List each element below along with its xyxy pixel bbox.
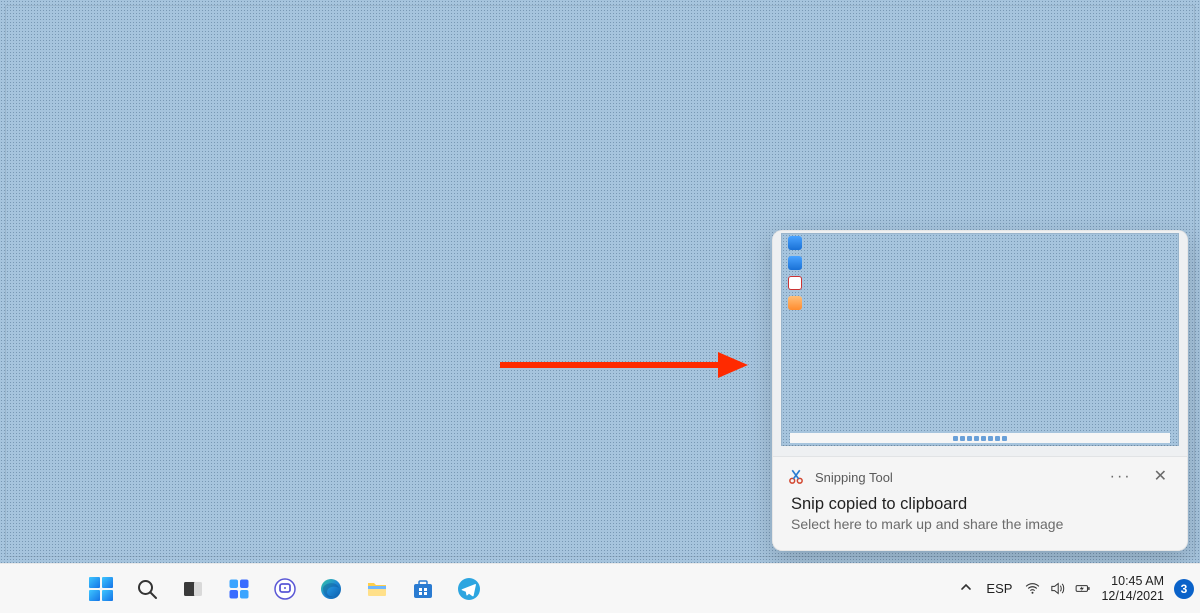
search-button[interactable] [126,568,168,610]
windows-logo-icon [89,577,113,601]
wifi-button[interactable] [1024,580,1041,597]
search-icon [135,577,159,601]
snip-preview-desktop [781,233,1179,446]
edge-icon [319,577,343,601]
taskbar-pinned-apps [80,564,490,613]
snip-preview-taskbar [790,433,1170,443]
snip-app-name: Snipping Tool [815,470,1094,485]
snip-preview-thumbnail[interactable] [773,231,1187,457]
telegram-icon [457,577,481,601]
snipping-tool-icon [787,468,805,486]
snip-notification[interactable]: Snipping Tool ··· ✕ Snip copied to clipb… [772,230,1188,551]
notification-close-button[interactable]: ✕ [1148,467,1173,487]
volume-button[interactable] [1049,580,1066,597]
task-view-icon [181,577,205,601]
system-tray: ESP [958,564,1194,613]
start-button[interactable] [80,568,122,610]
task-view-button[interactable] [172,568,214,610]
widgets-button[interactable] [218,568,260,610]
edge-button[interactable] [310,568,352,610]
clock-date: 12/14/2021 [1101,589,1164,603]
clock-time: 10:45 AM [1101,574,1164,588]
taskbar: ESP [0,563,1200,613]
desktop[interactable]: Snipping Tool ··· ✕ Snip copied to clipb… [0,0,1200,613]
chat-button[interactable] [264,568,306,610]
battery-button[interactable] [1074,580,1091,597]
notification-body: Select here to mark up and share the ima… [791,516,1169,532]
microsoft-store-icon [411,577,435,601]
chat-icon [273,577,297,601]
notification-title: Snip copied to clipboard [791,495,1169,514]
wifi-icon [1024,580,1041,597]
chevron-up-icon [960,581,972,593]
file-explorer-button[interactable] [356,568,398,610]
notification-count: 3 [1181,582,1188,596]
file-explorer-icon [365,577,389,601]
volume-icon [1049,580,1066,597]
tray-overflow-button[interactable] [958,581,974,596]
telegram-button[interactable] [448,568,490,610]
language-indicator[interactable]: ESP [984,581,1014,596]
notification-more-button[interactable]: ··· [1104,467,1138,487]
notification-center-button[interactable]: 3 [1174,579,1194,599]
microsoft-store-button[interactable] [402,568,444,610]
annotation-arrow [500,350,748,380]
clock-button[interactable]: 10:45 AM 12/14/2021 [1101,574,1164,603]
battery-icon [1074,580,1091,597]
snip-preview-icons [788,236,806,310]
widgets-icon [227,577,251,601]
